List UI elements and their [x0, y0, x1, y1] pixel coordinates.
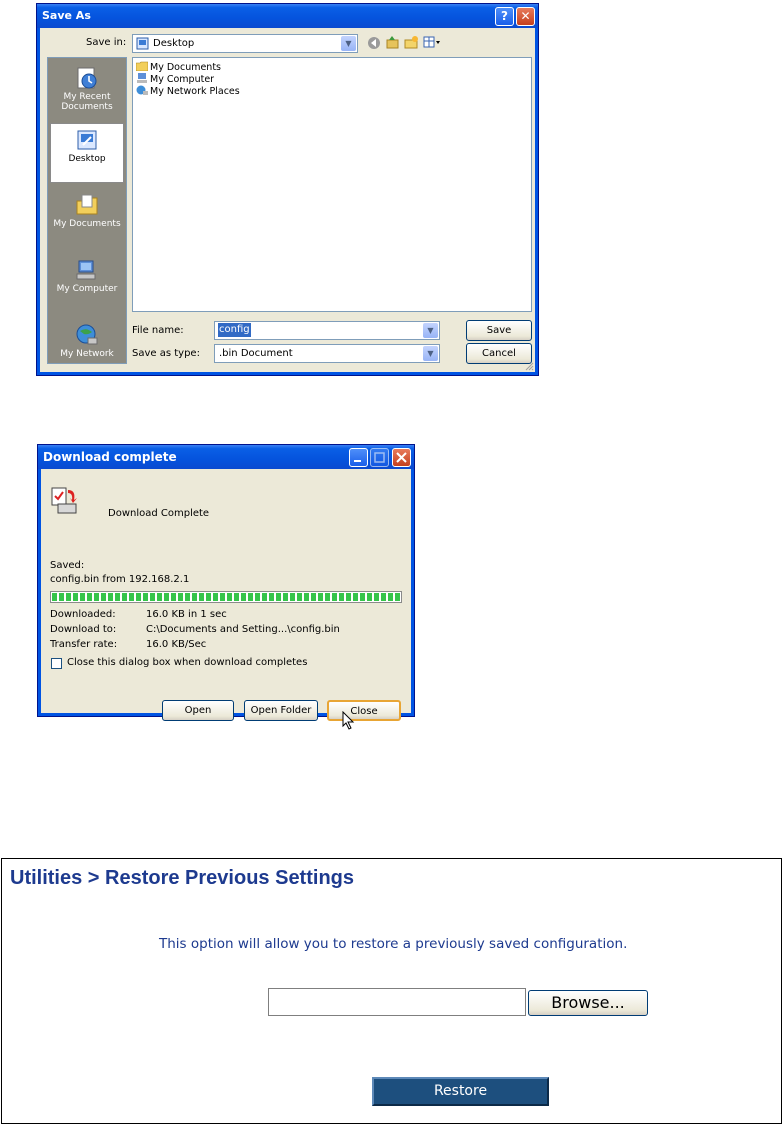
file-name-field[interactable]: config ▼ [214, 321, 440, 340]
minimize-icon [354, 460, 361, 462]
download-to-label: Download to: [50, 624, 117, 635]
save-as-type-value: .bin Document [219, 348, 293, 359]
download-to-value: C:\Documents and Setting...\config.bin [146, 624, 340, 635]
file-path-input[interactable] [268, 988, 526, 1016]
place-label: Desktop [68, 154, 106, 164]
save-as-title: Save As [42, 9, 91, 22]
resize-grip-icon[interactable] [524, 361, 534, 371]
download-title: Download complete [43, 450, 177, 464]
close-icon [396, 452, 407, 463]
place-label: My Network [60, 349, 114, 359]
file-name-label: File name: [132, 325, 184, 336]
open-button[interactable]: Open [162, 700, 234, 721]
chevron-down-icon[interactable]: ▼ [423, 346, 438, 361]
save-as-body: Save in: Desktop ▼ My Recent Documents D… [40, 28, 535, 372]
close-button[interactable]: Close [327, 700, 401, 721]
chevron-down-icon[interactable]: ▼ [341, 36, 356, 51]
recent-documents-icon [77, 67, 97, 89]
save-button[interactable]: Save [466, 320, 532, 341]
maximize-icon [374, 452, 385, 463]
place-my-computer[interactable]: My Computer [50, 254, 124, 314]
download-body: Download Complete Saved: config.bin from… [41, 469, 411, 730]
place-label: My Computer [56, 284, 118, 294]
download-heading: Download Complete [108, 508, 210, 519]
cancel-button[interactable]: Cancel [466, 343, 532, 364]
folder-icon [136, 61, 148, 71]
close-button[interactable]: ✕ [516, 7, 535, 26]
mouse-cursor-icon [342, 711, 355, 730]
back-icon[interactable] [367, 36, 381, 50]
place-my-documents[interactable]: My Documents [50, 189, 124, 249]
network-globe-icon [76, 324, 98, 345]
saved-label: Saved: [50, 560, 85, 571]
place-label: My Recent Documents [61, 92, 113, 112]
save-as-type-label: Save as type: [132, 348, 200, 359]
page-title: Utilities > Restore Previous Settings [10, 867, 354, 889]
place-desktop[interactable]: Desktop [50, 123, 124, 183]
file-list[interactable]: My Documents My Computer My Network Plac… [132, 57, 532, 312]
progress-bar [50, 591, 402, 603]
my-computer-icon [76, 260, 96, 280]
chevron-down-icon[interactable]: ▼ [423, 323, 438, 338]
open-folder-button[interactable]: Open Folder [244, 700, 318, 721]
downloaded-label: Downloaded: [50, 609, 116, 620]
save-in-label: Save in: [86, 37, 127, 48]
desktop-icon [77, 130, 97, 150]
download-complete-dialog: Download complete Download Complete Save… [37, 444, 415, 730]
save-in-value: Desktop [153, 38, 195, 49]
download-complete-icon [51, 487, 77, 514]
downloaded-value: 16.0 KB in 1 sec [146, 609, 227, 620]
save-as-type-select[interactable]: .bin Document ▼ [214, 344, 440, 363]
place-my-recent-documents[interactable]: My Recent Documents [50, 62, 124, 122]
save-as-titlebar[interactable]: Save As [37, 4, 538, 28]
computer-icon [137, 73, 147, 83]
new-folder-icon[interactable] [404, 35, 419, 50]
desktop-icon [136, 37, 149, 50]
places-bar: My Recent Documents Desktop My Documents… [47, 57, 127, 364]
views-menu-icon[interactable] [423, 36, 441, 49]
close-when-done-checkbox[interactable] [51, 658, 62, 669]
saved-value: config.bin from 192.168.2.1 [50, 574, 190, 585]
minimize-button[interactable] [349, 448, 368, 467]
file-name-value: config [218, 323, 251, 337]
maximize-button [370, 448, 389, 467]
save-in-select[interactable]: Desktop ▼ [132, 34, 358, 53]
my-documents-icon [76, 194, 98, 215]
help-button[interactable]: ? [495, 7, 514, 26]
network-icon [136, 85, 148, 95]
progress-fill [52, 593, 400, 601]
restore-description: This option will allow you to restore a … [159, 936, 628, 952]
place-label: My Documents [53, 219, 121, 229]
up-folder-icon[interactable] [385, 35, 400, 50]
transfer-rate-label: Transfer rate: [50, 639, 118, 650]
browse-button[interactable]: Browse... [528, 990, 648, 1016]
restore-button[interactable]: Restore [372, 1077, 549, 1106]
list-item[interactable]: My Network Places [136, 85, 240, 98]
place-my-network[interactable]: My Network [50, 319, 124, 379]
close-when-done-label: Close this dialog box when download comp… [67, 657, 308, 668]
transfer-rate-value: 16.0 KB/Sec [146, 639, 207, 650]
save-as-dialog: Save As ? ✕ Save in: Desktop ▼ My Recent… [36, 3, 539, 376]
close-window-button[interactable] [392, 448, 411, 467]
restore-settings-panel: Utilities > Restore Previous Settings Th… [1, 858, 782, 1124]
